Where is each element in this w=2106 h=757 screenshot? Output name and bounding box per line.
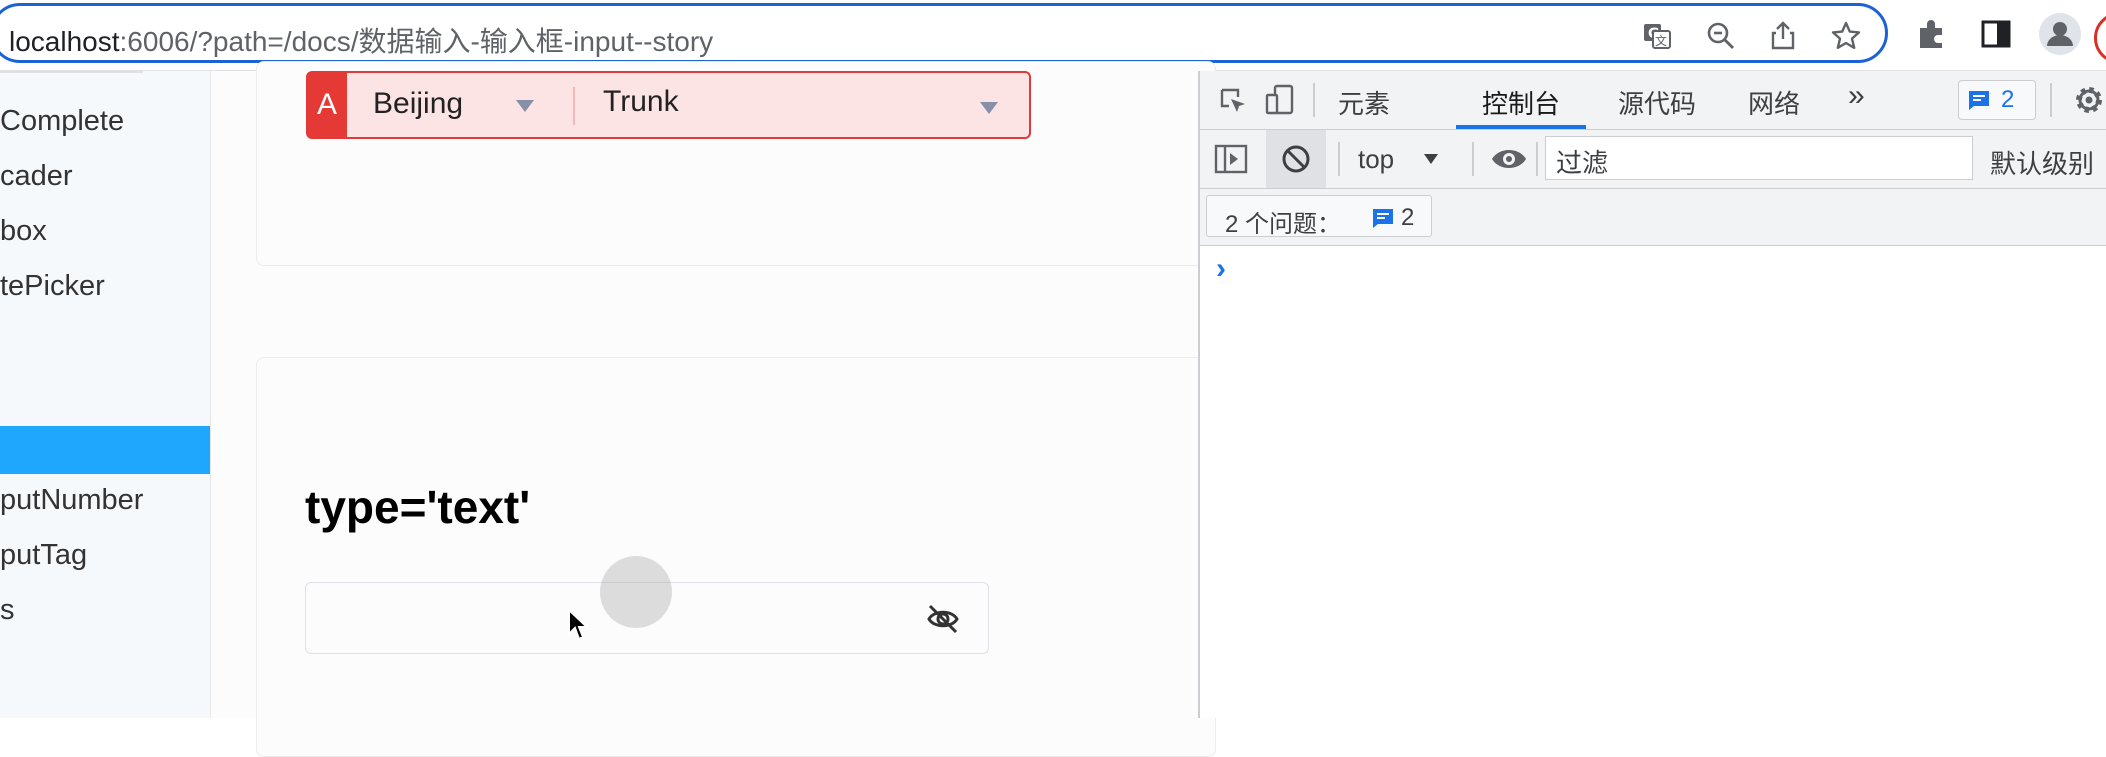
- toolbar-divider: [1472, 142, 1474, 176]
- sidebar-item-label: cader: [0, 160, 73, 192]
- sidebar-item-label: putNumber: [0, 484, 144, 516]
- devtools-panel: 元素 控制台 源代码 网络 » 2 top 过滤 默认级别 2 个问题： 2 ›: [1198, 71, 2106, 718]
- mouse-cursor-icon: [568, 608, 589, 641]
- url-host: localhost: [9, 26, 120, 57]
- story-heading: type='text': [305, 481, 531, 533]
- sidebar-item-autocomplete[interactable]: Complete: [0, 97, 210, 145]
- address-bar[interactable]: localhost:6006/?path=/docs/数据输入-输入框-inpu…: [0, 3, 1888, 63]
- sidebar-item-label: s: [0, 594, 15, 626]
- sidebar-item-label: tePicker: [0, 270, 105, 302]
- issues-label: 2 个问题：: [1225, 211, 1342, 238]
- story-preview-input: [256, 357, 1216, 757]
- devtools-tabbar: 元素 控制台 源代码 网络 » 2: [1200, 71, 2106, 130]
- sidebar-divider: [0, 71, 143, 73]
- cascader-separator: [573, 87, 575, 125]
- inspect-element-icon[interactable]: [1218, 86, 1248, 116]
- chevron-down-icon[interactable]: [516, 100, 534, 112]
- cascader-prefix: A: [307, 72, 347, 138]
- console-filter-input[interactable]: 过滤: [1545, 136, 1973, 180]
- chevron-down-icon[interactable]: [980, 102, 998, 114]
- sidebar-item-checkbox[interactable]: box: [0, 207, 210, 255]
- url-path: :6006/?path=/docs/数据输入-输入框-input--story: [119, 26, 714, 57]
- toolbar-divider: [1536, 142, 1538, 176]
- device-toolbar-icon[interactable]: [1263, 83, 1297, 117]
- clear-console-button[interactable]: [1266, 130, 1326, 188]
- chevron-down-icon: [1424, 154, 1438, 164]
- cascader-select[interactable]: A Beijing Trunk: [306, 71, 1031, 139]
- log-level-select[interactable]: 默认级别: [1990, 144, 2094, 181]
- issues-count: 2: [1401, 204, 1415, 231]
- storybook-sidebar: Complete cader box tePicker putNumber pu…: [0, 71, 211, 718]
- svg-text:文: 文: [1655, 33, 1667, 48]
- sidebar-item-inputnumber[interactable]: putNumber: [0, 476, 210, 524]
- side-panel-icon[interactable]: [1978, 16, 2014, 52]
- message-icon: [1373, 209, 1393, 228]
- clear-console-icon: [1282, 145, 1310, 173]
- zoom-icon[interactable]: [1705, 20, 1737, 52]
- share-icon[interactable]: [1767, 20, 1799, 52]
- issues-bar: 2 个问题： 2: [1200, 189, 2106, 246]
- active-tab-indicator: [1456, 125, 1586, 129]
- click-indicator: [600, 556, 672, 628]
- sidebar-item-datepicker[interactable]: tePicker: [0, 262, 210, 310]
- url-text[interactable]: localhost:6006/?path=/docs/数据输入-输入框-inpu…: [9, 20, 713, 60]
- tab-console[interactable]: 控制台: [1482, 84, 1560, 121]
- translate-icon[interactable]: G 文: [1641, 20, 1673, 52]
- eye-icon[interactable]: [1490, 144, 1528, 174]
- issues-button[interactable]: 2 个问题： 2: [1206, 195, 1432, 238]
- star-icon[interactable]: [1830, 20, 1862, 52]
- toolbar-divider: [2050, 83, 2052, 117]
- sidebar-item-label: box: [0, 215, 47, 247]
- toolbar-divider: [1338, 142, 1340, 176]
- sidebar-item-cascader[interactable]: cader: [0, 152, 210, 200]
- tab-network[interactable]: 网络: [1748, 84, 1800, 121]
- console-toolbar: top 过滤 默认级别: [1200, 130, 2106, 189]
- tab-elements[interactable]: 元素: [1338, 84, 1390, 121]
- sidebar-toggle-icon[interactable]: [1214, 143, 1248, 175]
- sidebar-item-label: putTag: [0, 539, 88, 571]
- eye-off-icon[interactable]: [925, 601, 961, 637]
- message-icon: [1969, 91, 1989, 110]
- extensions-icon[interactable]: [1914, 16, 1950, 52]
- context-select[interactable]: top: [1358, 130, 1458, 188]
- cascader-city-value[interactable]: Beijing: [373, 87, 463, 121]
- filter-placeholder: 过滤: [1556, 148, 1609, 178]
- cascader-line-value[interactable]: Trunk: [603, 85, 679, 119]
- toolbar-divider: [1313, 83, 1315, 117]
- profile-avatar-edge[interactable]: [2094, 12, 2106, 64]
- sidebar-item-input[interactable]: [0, 426, 210, 474]
- issues-badge-count: 2: [2001, 86, 2015, 113]
- sidebar-item-label: Complete: [0, 105, 125, 137]
- context-select-value: top: [1358, 144, 1395, 174]
- console-prompt[interactable]: ›: [1216, 252, 1226, 286]
- profile-icon[interactable]: [2038, 12, 2082, 56]
- issues-badge[interactable]: 2: [1958, 80, 2036, 120]
- more-tabs-button[interactable]: »: [1848, 79, 1865, 113]
- sidebar-item-s[interactable]: s: [0, 586, 210, 634]
- tab-sources[interactable]: 源代码: [1618, 84, 1696, 121]
- sidebar-item-inputtag[interactable]: putTag: [0, 531, 210, 579]
- settings-gear-icon[interactable]: [2072, 83, 2106, 117]
